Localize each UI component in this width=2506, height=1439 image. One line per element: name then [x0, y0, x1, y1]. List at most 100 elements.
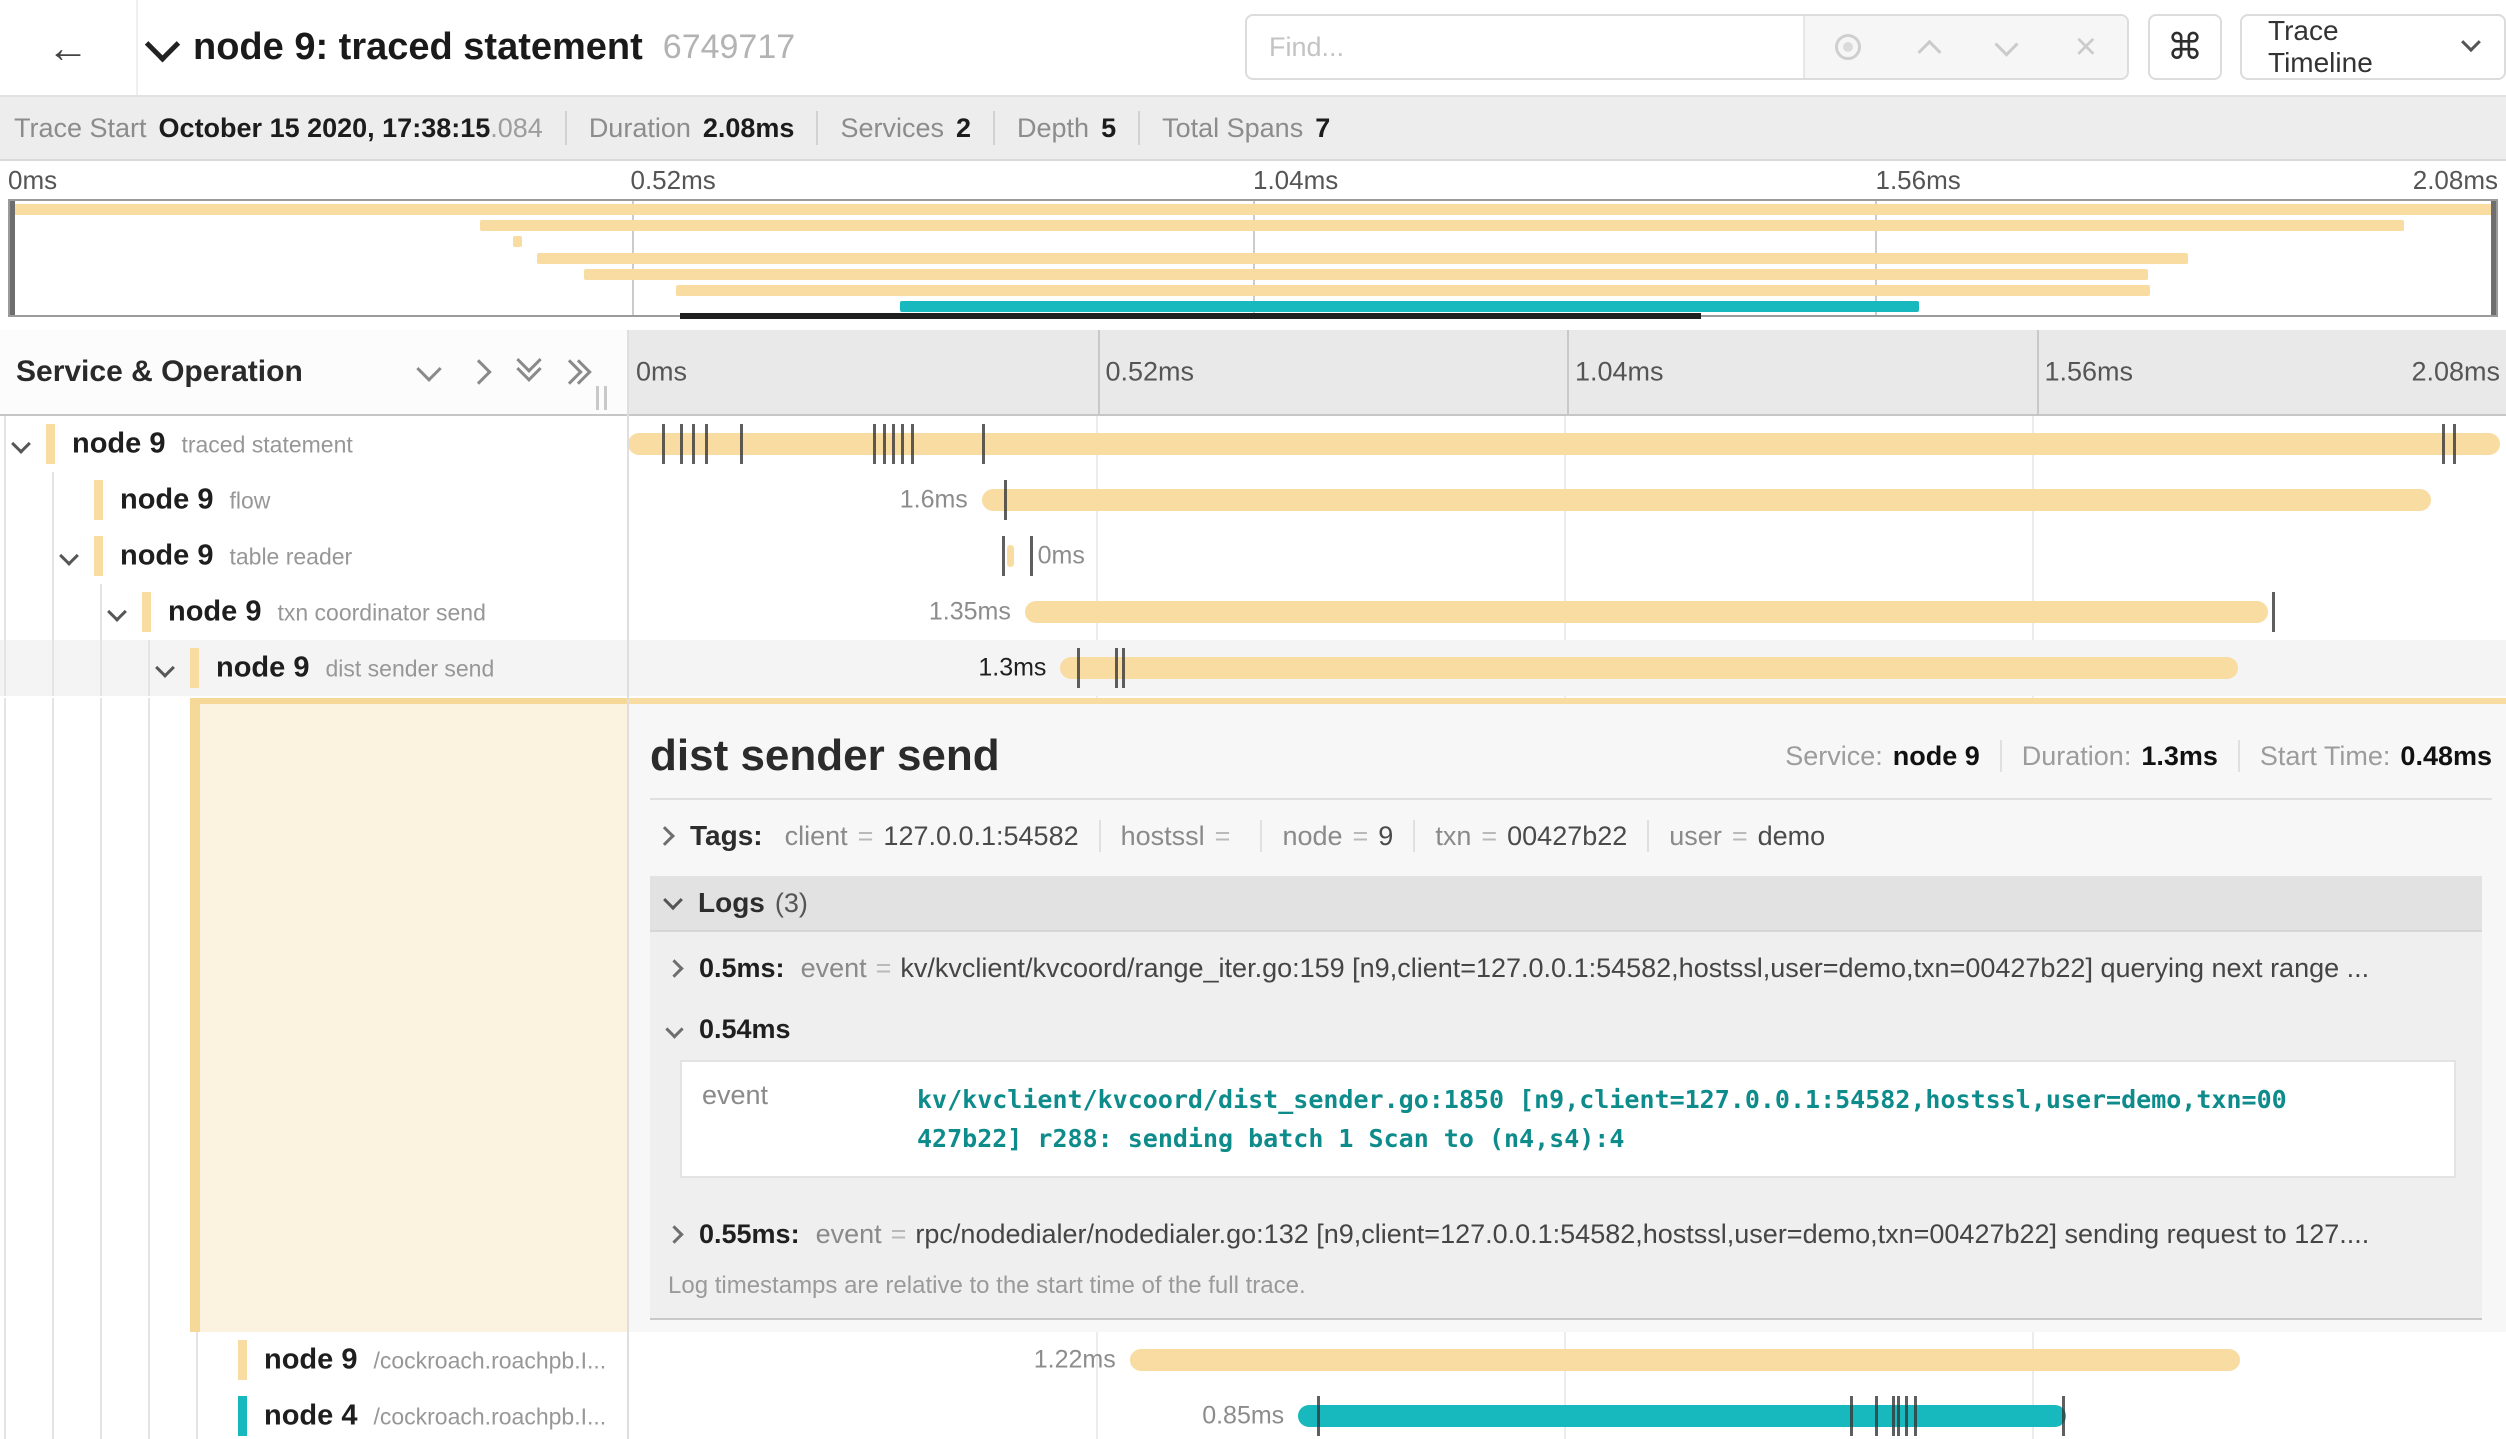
- clear-find-icon[interactable]: ×: [2075, 28, 2097, 66]
- page-header: ← node 9: traced statement 6749717 × ⌘ T…: [0, 0, 2506, 95]
- span-row[interactable]: node 9/cockroach.roachpb.I...1.22ms: [0, 1332, 2506, 1388]
- span-bar-cell[interactable]: 0ms: [628, 528, 2506, 584]
- log-marker-tick: [1914, 1396, 1917, 1436]
- span-color-bar: [46, 424, 55, 464]
- span-bar[interactable]: [1007, 545, 1014, 567]
- span-service-name: node 9: [72, 428, 165, 461]
- span-bar[interactable]: [982, 489, 2431, 511]
- span-row[interactable]: node 9traced statement: [0, 416, 2506, 472]
- log-marker-tick: [2062, 1396, 2065, 1436]
- service-meta-label: Service:: [1785, 741, 1883, 772]
- minimap-canvas[interactable]: [8, 199, 2498, 317]
- span-bar[interactable]: [628, 433, 2500, 455]
- span-name-cell[interactable]: node 4/cockroach.roachpb.I...: [0, 1388, 628, 1439]
- next-match-icon[interactable]: [1994, 32, 2018, 56]
- minimap-span-bar: [676, 285, 2150, 296]
- span-color-bar: [142, 592, 151, 632]
- span-bar-cell[interactable]: 1.22ms: [628, 1332, 2506, 1388]
- span-name-cell[interactable]: node 9table reader: [0, 528, 628, 584]
- collapse-all-icon[interactable]: [520, 363, 538, 381]
- prev-match-icon[interactable]: [1917, 39, 1941, 63]
- span-bar[interactable]: [1025, 601, 2268, 623]
- divider: [1413, 820, 1415, 852]
- back-button[interactable]: ←: [0, 0, 138, 95]
- span-rows-top: node 9traced statementnode 9flow1.6msnod…: [0, 416, 2506, 698]
- span-bar[interactable]: [1298, 1405, 2066, 1427]
- span-expand-chevron-icon[interactable]: [155, 658, 175, 678]
- span-bar-cell[interactable]: 1.3ms: [628, 640, 2506, 696]
- column-divider[interactable]: [627, 330, 629, 1439]
- log-entry-expanded-header[interactable]: 0.54ms: [650, 1000, 2482, 1058]
- span-name-cell[interactable]: node 9/cockroach.roachpb.I...: [0, 1332, 628, 1388]
- divider: [816, 111, 818, 145]
- logs-header[interactable]: Logs (3): [650, 876, 2482, 932]
- span-row[interactable]: node 9flow1.6ms: [0, 472, 2506, 528]
- span-bar[interactable]: [1060, 657, 2237, 679]
- detail-left-gutter: [0, 698, 628, 1332]
- log-time: 0.5ms:: [699, 953, 785, 984]
- timeline-column-header: Service & Operation 0ms0.52ms1.04ms1.56m…: [0, 330, 2506, 416]
- indent-guide: [100, 1388, 102, 1439]
- span-name-cell[interactable]: node 9txn coordinator send: [0, 584, 628, 640]
- expand-one-icon[interactable]: [466, 359, 491, 384]
- find-controls: ×: [1803, 16, 2127, 78]
- trace-minimap[interactable]: 0ms0.52ms1.04ms1.56ms2.08ms: [0, 161, 2506, 330]
- span-bar-cell[interactable]: 1.35ms: [628, 584, 2506, 640]
- span-bar-cell[interactable]: [628, 416, 2506, 472]
- span-bar-cell[interactable]: 0.85ms: [628, 1388, 2506, 1439]
- span-row[interactable]: node 9txn coordinator send1.35ms: [0, 584, 2506, 640]
- logs-count: (3): [775, 888, 808, 919]
- keyboard-shortcuts-button[interactable]: ⌘: [2148, 14, 2222, 80]
- log-marker-tick: [892, 424, 895, 464]
- span-expand-chevron-icon[interactable]: [107, 602, 127, 622]
- equals-sign: =: [1215, 821, 1231, 852]
- span-bar[interactable]: [1130, 1349, 2240, 1371]
- find-input[interactable]: [1247, 16, 1803, 78]
- log-entry[interactable]: 0.5ms: event = kv/kvclient/kvcoord/range…: [650, 936, 2482, 1000]
- minimap-tick-label: 0ms: [8, 165, 57, 196]
- span-name-cell[interactable]: node 9flow: [0, 472, 628, 528]
- log-entry[interactable]: 0.55ms: event = rpc/nodedialer/nodediale…: [650, 1202, 2482, 1266]
- trace-summary-bar: Trace Start October 15 2020, 17:38:15 .0…: [0, 95, 2506, 161]
- log-marker-tick: [2272, 592, 2275, 632]
- span-name-cell[interactable]: node 9traced statement: [0, 416, 628, 472]
- indent-guide: [196, 1388, 198, 1439]
- minimap-tick-label: 1.04ms: [1253, 165, 1338, 196]
- span-bar-cell[interactable]: 1.6ms: [628, 472, 2506, 528]
- span-expand-chevron-icon[interactable]: [59, 546, 79, 566]
- span-row[interactable]: node 9dist sender send1.3ms: [0, 640, 2506, 696]
- minimap-span-bar: [900, 301, 1919, 312]
- indent-guide: [52, 584, 54, 640]
- log-marker-tick: [982, 424, 985, 464]
- view-selector-button[interactable]: Trace Timeline: [2240, 14, 2506, 80]
- span-row[interactable]: node 4/cockroach.roachpb.I...0.85ms: [0, 1388, 2506, 1439]
- trace-start-label: Trace Start: [14, 113, 147, 144]
- logs-body: 0.5ms: event = kv/kvclient/kvcoord/range…: [650, 932, 2482, 1318]
- span-service-name: node 9: [168, 596, 261, 629]
- indent-guide: [4, 1332, 6, 1388]
- selected-span-guide: [190, 704, 200, 1332]
- expand-all-icon[interactable]: [570, 363, 588, 381]
- timeline-ruler: 0ms0.52ms1.04ms1.56ms2.08ms: [628, 330, 2506, 414]
- collapse-trace-chevron-icon[interactable]: [145, 27, 180, 62]
- collapse-one-icon[interactable]: [416, 356, 441, 381]
- minimap-viewport-bar[interactable]: [680, 313, 1701, 319]
- equals-sign: =: [1732, 821, 1748, 852]
- log-marker-tick: [1317, 1396, 1320, 1436]
- column-resize-handle[interactable]: [596, 386, 607, 410]
- focus-match-icon[interactable]: [1835, 34, 1861, 60]
- span-name-cell[interactable]: node 9dist sender send: [0, 640, 628, 696]
- indent-guide: [52, 640, 54, 696]
- divider: [1260, 820, 1262, 852]
- tag-value: 127.0.0.1:54582: [883, 821, 1078, 852]
- span-row[interactable]: node 9table reader0ms: [0, 528, 2506, 584]
- service-operation-title: Service & Operation: [16, 355, 303, 389]
- span-color-bar: [238, 1340, 247, 1380]
- page-title: node 9: traced statement: [193, 26, 643, 69]
- services-label: Services: [840, 113, 944, 144]
- minimap-left-handle[interactable]: [10, 201, 15, 315]
- tags-row[interactable]: Tags: client=127.0.0.1:54582hostssl=node…: [650, 804, 2492, 868]
- span-expand-chevron-icon[interactable]: [11, 434, 31, 454]
- log-marker-tick: [873, 424, 876, 464]
- minimap-right-handle[interactable]: [2491, 201, 2496, 315]
